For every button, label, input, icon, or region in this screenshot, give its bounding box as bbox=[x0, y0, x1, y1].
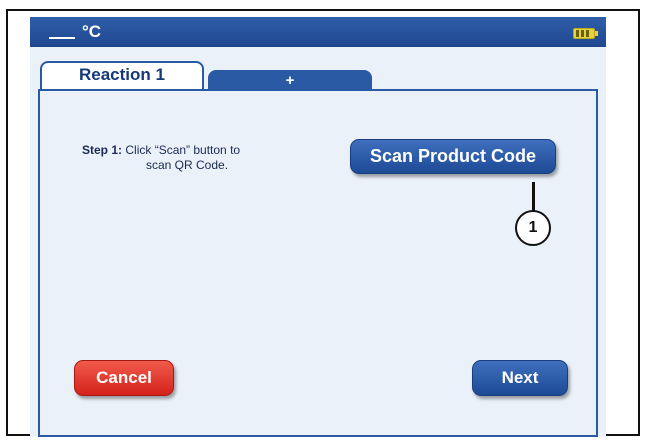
status-bar: °C bbox=[30, 17, 606, 47]
temperature-unit: °C bbox=[82, 22, 102, 41]
battery-segment bbox=[576, 30, 579, 37]
device-screen: °C Reaction 1 + Step 1: Click “Scan” but… bbox=[30, 17, 606, 437]
battery-icon bbox=[573, 28, 598, 39]
temperature-value-blank bbox=[49, 37, 75, 39]
tab-reaction-1[interactable]: Reaction 1 bbox=[40, 61, 204, 89]
cancel-button[interactable]: Cancel bbox=[74, 360, 174, 396]
callout-leader-line bbox=[532, 182, 535, 212]
tab-add[interactable]: + bbox=[208, 70, 372, 90]
reaction-panel: Step 1: Click “Scan” button to scan QR C… bbox=[38, 89, 598, 437]
battery-segment bbox=[586, 30, 589, 37]
step-text-line2: scan QR Code. bbox=[146, 158, 229, 172]
scan-product-code-button[interactable]: Scan Product Code bbox=[350, 139, 556, 174]
step-label: Step 1: bbox=[82, 143, 123, 157]
step-instruction: Step 1: Click “Scan” button to scan QR C… bbox=[82, 143, 342, 173]
step-text-line1: Click “Scan” button to bbox=[125, 143, 241, 157]
battery-segment bbox=[581, 30, 584, 37]
callout-marker: 1 bbox=[515, 210, 551, 246]
next-button[interactable]: Next bbox=[472, 360, 568, 396]
